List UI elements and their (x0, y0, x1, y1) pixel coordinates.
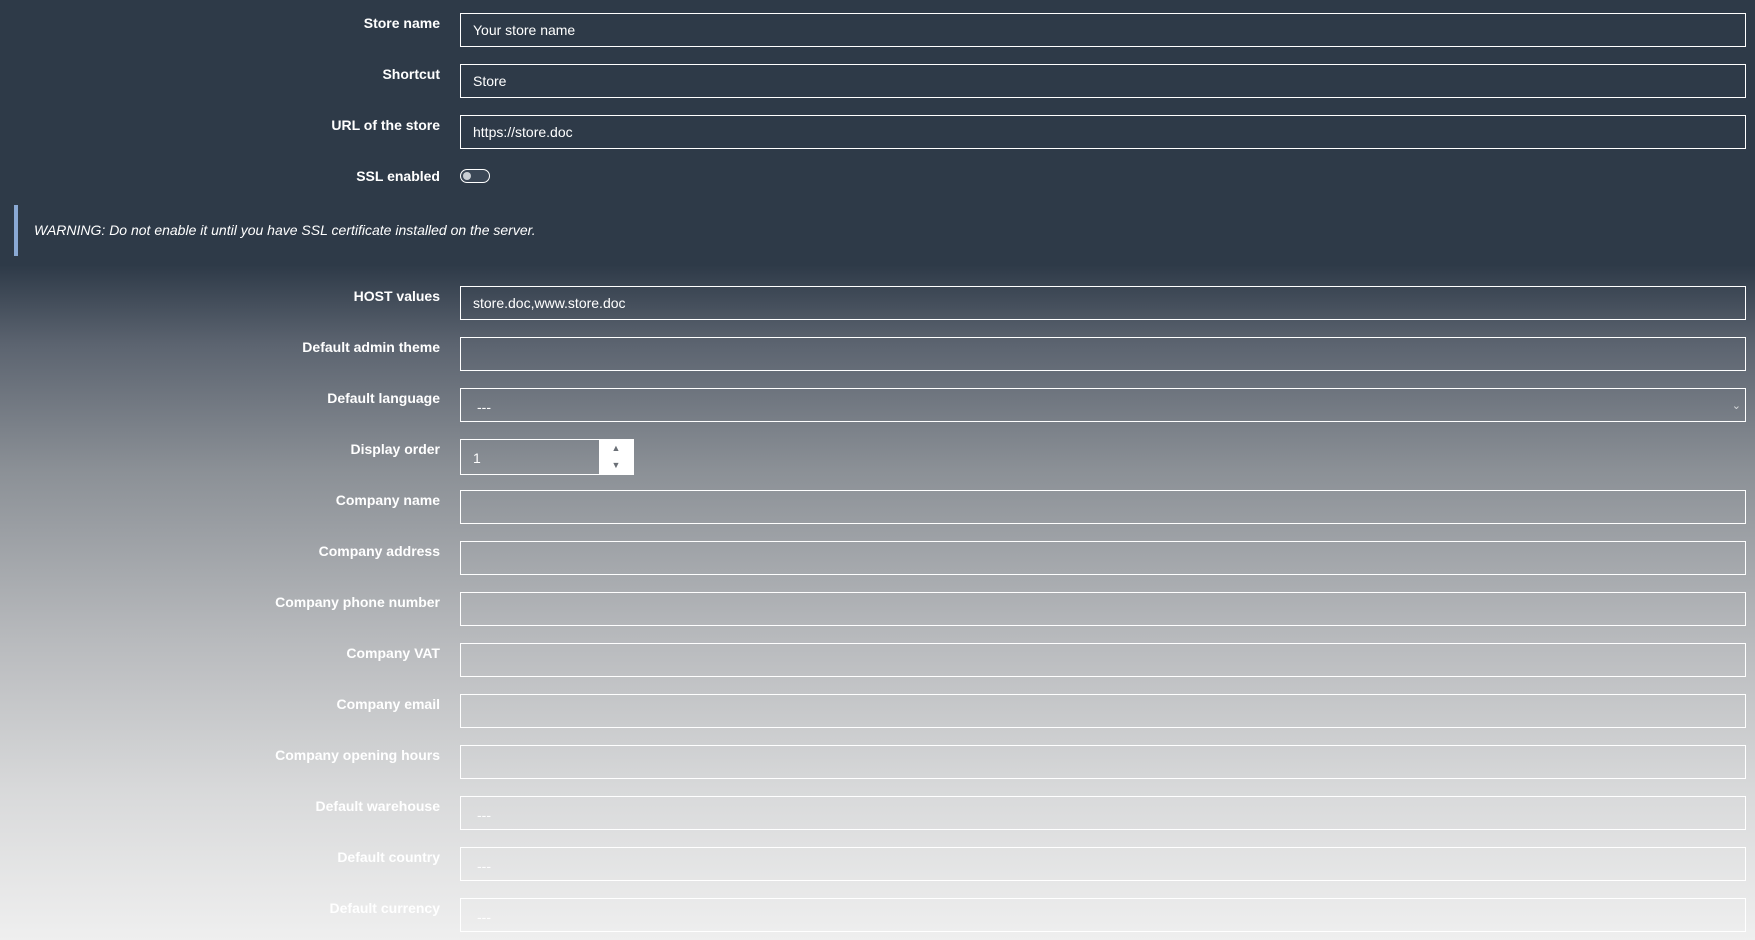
default-country-label: Default country (337, 849, 440, 865)
default-currency-label: Default currency (329, 900, 440, 916)
company-name-label: Company name (335, 492, 440, 508)
display-order-label: Display order (350, 441, 440, 457)
shortcut-label: Shortcut (382, 66, 440, 82)
default-language-value: --- (477, 399, 491, 415)
company-phone-label: Company phone number (275, 594, 440, 610)
caret-down-icon[interactable]: ▼ (599, 457, 633, 474)
toggle-knob (463, 172, 471, 180)
default-language-label: Default language (327, 390, 440, 406)
company-vat-label: Company VAT (346, 645, 440, 661)
default-country-select[interactable]: --- (460, 847, 1746, 881)
company-email-input[interactable] (460, 694, 1746, 728)
company-hours-label: Company opening hours (275, 747, 440, 763)
company-phone-input[interactable] (460, 592, 1746, 626)
display-order-value: 1 (473, 450, 481, 466)
default-currency-value: --- (477, 909, 491, 925)
default-warehouse-select[interactable]: --- (460, 796, 1746, 830)
default-country-value: --- (477, 858, 491, 874)
ssl-enabled-label: SSL enabled (356, 168, 440, 184)
company-email-label: Company email (336, 696, 440, 712)
ssl-enabled-toggle[interactable] (460, 169, 490, 183)
host-values-input[interactable] (460, 286, 1746, 320)
admin-theme-input[interactable] (460, 337, 1746, 371)
ssl-warning-note: WARNING: Do not enable it until you have… (14, 205, 1755, 256)
shortcut-input[interactable] (460, 64, 1746, 98)
host-values-label: HOST values (353, 288, 440, 304)
admin-theme-label: Default admin theme (302, 339, 440, 355)
default-warehouse-label: Default warehouse (315, 798, 440, 814)
display-order-stepper[interactable]: 1 ▲ ▼ (460, 439, 634, 475)
store-url-input[interactable] (460, 115, 1746, 149)
store-name-input[interactable] (460, 13, 1746, 47)
stepper-buttons: ▲ ▼ (599, 440, 633, 474)
default-language-select[interactable]: --- ⌄ (460, 388, 1746, 422)
chevron-down-icon: ⌄ (1731, 400, 1741, 412)
store-url-label: URL of the store (331, 117, 440, 133)
company-vat-input[interactable] (460, 643, 1746, 677)
company-name-input[interactable] (460, 490, 1746, 524)
company-address-input[interactable] (460, 541, 1746, 575)
default-warehouse-value: --- (477, 807, 491, 823)
company-hours-input[interactable] (460, 745, 1746, 779)
caret-up-icon[interactable]: ▲ (599, 440, 633, 457)
store-name-label: Store name (363, 15, 440, 31)
company-address-label: Company address (318, 543, 440, 559)
default-currency-select[interactable]: --- (460, 898, 1746, 932)
